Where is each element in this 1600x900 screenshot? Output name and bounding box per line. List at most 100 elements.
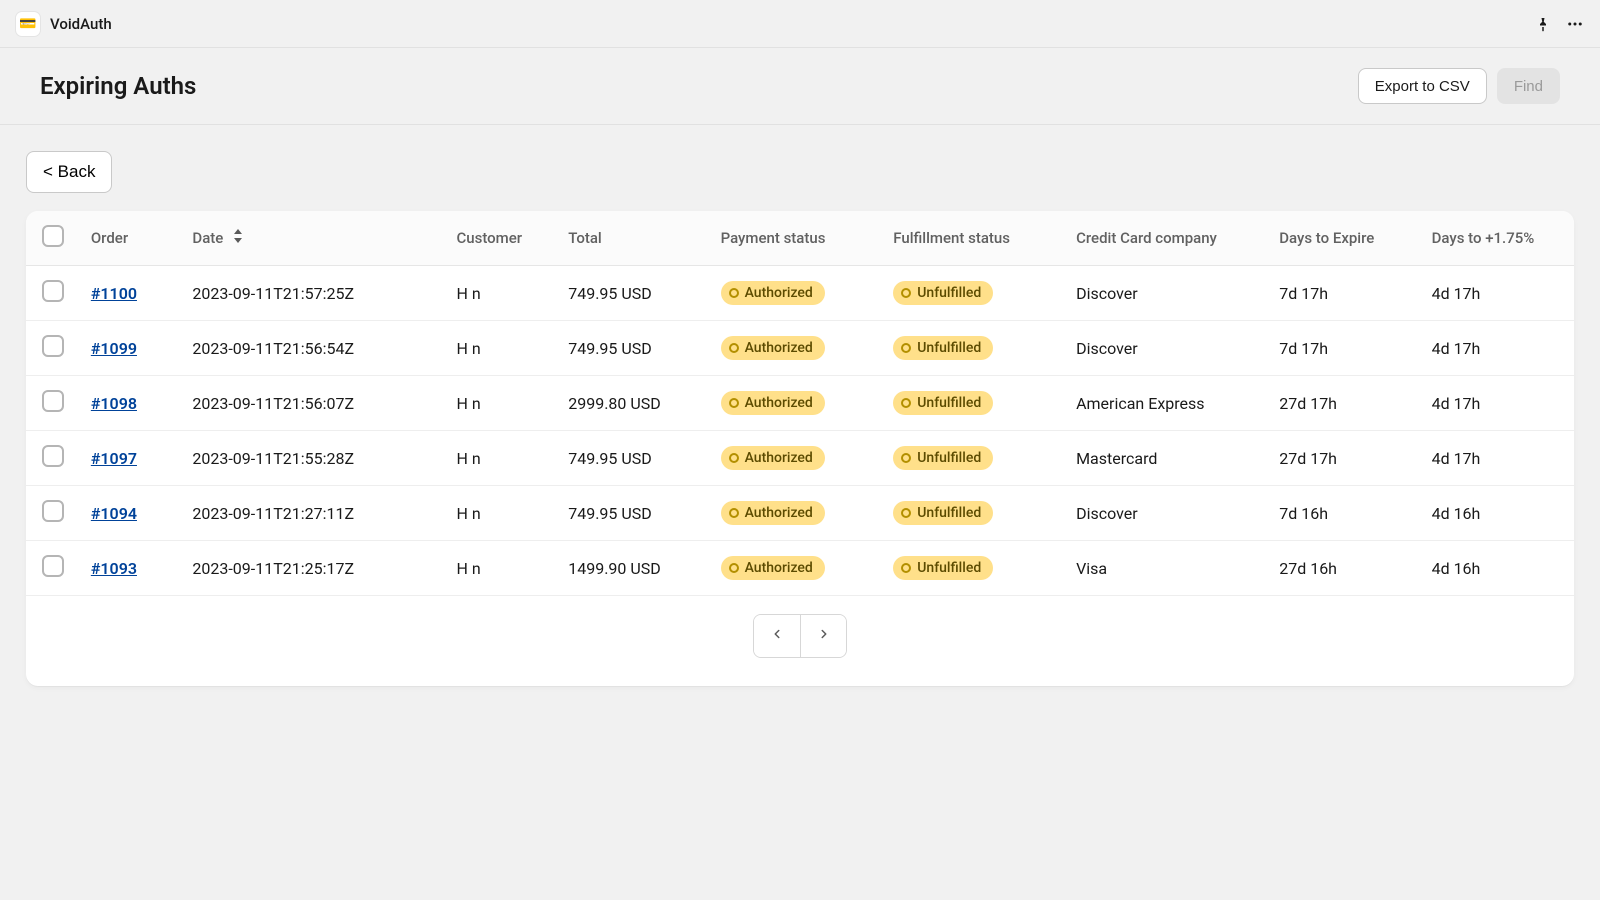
cell-payment-status: Authorized — [711, 376, 884, 431]
prev-page-button[interactable] — [754, 615, 800, 657]
cell-payment-status: Authorized — [711, 541, 884, 596]
th-date[interactable]: Date — [182, 211, 446, 266]
cell-fulfillment-status: Unfulfilled — [883, 541, 1066, 596]
fulfillment-status-text: Unfulfilled — [917, 450, 981, 466]
table-row: #1100 2023-09-11T21:57:25Z H n 749.95 US… — [26, 266, 1574, 321]
status-dot-icon — [729, 288, 739, 298]
cell-days-bonus: 4d 17h — [1422, 266, 1574, 321]
cell-fulfillment-status: Unfulfilled — [883, 431, 1066, 486]
th-customer[interactable]: Customer — [447, 211, 559, 266]
payment-status-badge: Authorized — [721, 336, 825, 360]
th-total[interactable]: Total — [558, 211, 710, 266]
status-dot-icon — [901, 453, 911, 463]
fulfillment-status-text: Unfulfilled — [917, 505, 981, 521]
status-dot-icon — [729, 563, 739, 573]
cell-total: 749.95 USD — [558, 486, 710, 541]
cell-days-bonus: 4d 17h — [1422, 376, 1574, 431]
payment-status-text: Authorized — [745, 285, 813, 301]
payment-status-text: Authorized — [745, 395, 813, 411]
status-dot-icon — [729, 453, 739, 463]
order-link[interactable]: #1100 — [91, 284, 137, 303]
cell-date: 2023-09-11T21:55:28Z — [182, 431, 446, 486]
cell-cc-company: Visa — [1066, 541, 1269, 596]
fulfillment-status-text: Unfulfilled — [917, 285, 981, 301]
cell-payment-status: Authorized — [711, 321, 884, 376]
more-icon[interactable] — [1566, 15, 1584, 33]
th-select-all — [26, 211, 81, 266]
cell-customer: H n — [447, 486, 559, 541]
status-dot-icon — [729, 343, 739, 353]
fulfillment-status-badge: Unfulfilled — [893, 556, 993, 580]
payment-status-badge: Authorized — [721, 391, 825, 415]
find-button[interactable]: Find — [1497, 68, 1560, 104]
cell-customer: H n — [447, 541, 559, 596]
cell-cc-company: Mastercard — [1066, 431, 1269, 486]
th-days-bonus[interactable]: Days to +1.75% — [1422, 211, 1574, 266]
sort-icon — [233, 229, 243, 245]
payment-status-text: Authorized — [745, 340, 813, 356]
cell-order: #1100 — [81, 266, 183, 321]
page-header: Expiring Auths Export to CSV Find — [0, 48, 1600, 125]
cell-days-bonus: 4d 17h — [1422, 431, 1574, 486]
cell-order: #1098 — [81, 376, 183, 431]
order-link[interactable]: #1098 — [91, 394, 137, 413]
page-title: Expiring Auths — [40, 72, 1358, 100]
row-checkbox[interactable] — [42, 335, 64, 357]
th-order[interactable]: Order — [81, 211, 183, 266]
cell-cc-company: Discover — [1066, 321, 1269, 376]
fulfillment-status-text: Unfulfilled — [917, 340, 981, 356]
topbar: 💳 VoidAuth — [0, 0, 1600, 48]
back-button[interactable]: < Back — [26, 151, 112, 193]
topbar-actions — [1534, 15, 1584, 33]
cell-order: #1093 — [81, 541, 183, 596]
app-icon-emoji: 💳 — [19, 16, 36, 32]
row-checkbox[interactable] — [42, 555, 64, 577]
cell-order: #1097 — [81, 431, 183, 486]
cell-cc-company: Discover — [1066, 266, 1269, 321]
status-dot-icon — [901, 343, 911, 353]
cell-payment-status: Authorized — [711, 266, 884, 321]
cell-date: 2023-09-11T21:56:07Z — [182, 376, 446, 431]
cell-checkbox — [26, 431, 81, 486]
status-dot-icon — [901, 508, 911, 518]
cell-date: 2023-09-11T21:25:17Z — [182, 541, 446, 596]
th-date-label: Date — [192, 229, 223, 247]
next-page-button[interactable] — [800, 615, 846, 657]
cell-customer: H n — [447, 321, 559, 376]
cell-days-expire: 7d 17h — [1269, 321, 1421, 376]
fulfillment-status-badge: Unfulfilled — [893, 391, 993, 415]
order-link[interactable]: #1093 — [91, 559, 137, 578]
fulfillment-status-badge: Unfulfilled — [893, 446, 993, 470]
th-cc-company[interactable]: Credit Card company — [1066, 211, 1269, 266]
cell-total: 1499.90 USD — [558, 541, 710, 596]
cell-order: #1094 — [81, 486, 183, 541]
status-dot-icon — [901, 398, 911, 408]
order-link[interactable]: #1094 — [91, 504, 137, 523]
row-checkbox[interactable] — [42, 500, 64, 522]
payment-status-text: Authorized — [745, 505, 813, 521]
export-csv-button[interactable]: Export to CSV — [1358, 68, 1487, 104]
row-checkbox[interactable] — [42, 390, 64, 412]
payment-status-text: Authorized — [745, 560, 813, 576]
th-fulfillment-status[interactable]: Fulfillment status — [883, 211, 1066, 266]
fulfillment-status-text: Unfulfilled — [917, 395, 981, 411]
cell-date: 2023-09-11T21:27:11Z — [182, 486, 446, 541]
table-row: #1093 2023-09-11T21:25:17Z H n 1499.90 U… — [26, 541, 1574, 596]
cell-total: 749.95 USD — [558, 321, 710, 376]
th-days-expire[interactable]: Days to Expire — [1269, 211, 1421, 266]
th-payment-status[interactable]: Payment status — [711, 211, 884, 266]
pin-icon[interactable] — [1534, 15, 1552, 33]
row-checkbox[interactable] — [42, 280, 64, 302]
row-checkbox[interactable] — [42, 445, 64, 467]
cell-checkbox — [26, 486, 81, 541]
cell-fulfillment-status: Unfulfilled — [883, 266, 1066, 321]
payment-status-badge: Authorized — [721, 501, 825, 525]
cell-days-bonus: 4d 17h — [1422, 321, 1574, 376]
cell-days-bonus: 4d 16h — [1422, 486, 1574, 541]
order-link[interactable]: #1099 — [91, 339, 137, 358]
app-icon: 💳 — [16, 12, 40, 36]
order-link[interactable]: #1097 — [91, 449, 137, 468]
select-all-checkbox[interactable] — [42, 225, 64, 247]
fulfillment-status-badge: Unfulfilled — [893, 501, 993, 525]
table-row: #1094 2023-09-11T21:27:11Z H n 749.95 US… — [26, 486, 1574, 541]
